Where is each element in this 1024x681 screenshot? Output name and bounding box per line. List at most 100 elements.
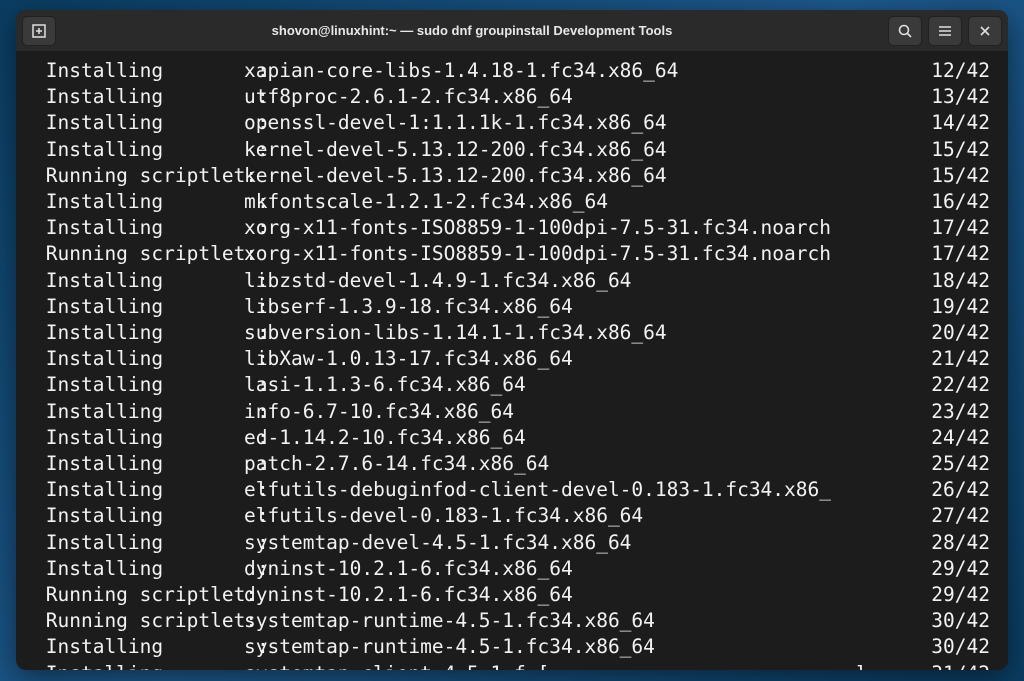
output-line: Installing : libXaw-1.0.13-17.fc34.x86_6…	[34, 346, 990, 372]
status-label: Installing :	[34, 268, 244, 294]
status-label: Installing :	[34, 372, 244, 398]
progress-count: 25/42	[928, 451, 990, 477]
progress-count: 21/42	[928, 346, 990, 372]
output-line: Running scriptlet: systemtap-runtime-4.5…	[34, 608, 990, 634]
status-label: Running scriptlet:	[34, 582, 244, 608]
package-name: utf8proc-2.6.1-2.fc34.x86_64	[244, 84, 928, 110]
status-label: Installing :	[34, 320, 244, 346]
search-icon	[897, 23, 913, 39]
progress-count: 31/42	[928, 661, 990, 670]
package-name: xapian-core-libs-1.4.18-1.fc34.x86_64	[244, 58, 928, 84]
package-name: elfutils-debuginfod-client-devel-0.183-1…	[244, 477, 928, 503]
output-line: Installing : patch-2.7.6-14.fc34.x86_642…	[34, 451, 990, 477]
output-line: Installing : mkfontscale-1.2.1-2.fc34.x8…	[34, 189, 990, 215]
output-line: Installing : xapian-core-libs-1.4.18-1.f…	[34, 58, 990, 84]
package-name: libserf-1.3.9-18.fc34.x86_64	[244, 294, 928, 320]
output-line: Installing : ed-1.14.2-10.fc34.x86_6424/…	[34, 425, 990, 451]
status-label: Installing :	[34, 425, 244, 451]
package-name: systemtap-devel-4.5-1.fc34.x86_64	[244, 530, 928, 556]
window-controls	[888, 16, 1002, 46]
new-tab-button[interactable]	[22, 16, 56, 46]
package-name: openssl-devel-1:1.1.1k-1.fc34.x86_64	[244, 110, 928, 136]
progress-count: 28/42	[928, 530, 990, 556]
progress-count: 30/42	[928, 608, 990, 634]
package-name: kernel-devel-5.13.12-200.fc34.x86_64	[244, 163, 928, 189]
progress-count: 17/42	[928, 215, 990, 241]
package-name: lasi-1.1.3-6.fc34.x86_64	[244, 372, 928, 398]
output-line: Installing : openssl-devel-1:1.1.1k-1.fc…	[34, 110, 990, 136]
output-line: Installing : systemtap-client-4.5-1.f [=…	[34, 661, 990, 670]
status-label: Installing :	[34, 477, 244, 503]
output-line: Installing : subversion-libs-1.14.1-1.fc…	[34, 320, 990, 346]
progress-count: 24/42	[928, 425, 990, 451]
new-tab-icon	[31, 23, 47, 39]
status-label: Installing :	[34, 451, 244, 477]
progress-count: 30/42	[928, 634, 990, 660]
package-name: systemtap-client-4.5-1.f [============= …	[244, 661, 928, 670]
status-label: Installing :	[34, 346, 244, 372]
package-name: patch-2.7.6-14.fc34.x86_64	[244, 451, 928, 477]
progress-count: 12/42	[928, 58, 990, 84]
progress-count: 17/42	[928, 241, 990, 267]
output-line: Running scriptlet: dyninst-10.2.1-6.fc34…	[34, 582, 990, 608]
status-label: Running scriptlet:	[34, 241, 244, 267]
terminal-output[interactable]: Installing : xapian-core-libs-1.4.18-1.f…	[16, 52, 1008, 670]
titlebar: shovon@linuxhint:~ — sudo dnf groupinsta…	[16, 10, 1008, 52]
status-label: Installing :	[34, 294, 244, 320]
status-label: Installing :	[34, 661, 244, 670]
progress-count: 14/42	[928, 110, 990, 136]
status-label: Installing :	[34, 137, 244, 163]
status-label: Installing :	[34, 189, 244, 215]
output-line: Installing : dyninst-10.2.1-6.fc34.x86_6…	[34, 556, 990, 582]
progress-count: 27/42	[928, 503, 990, 529]
progress-count: 22/42	[928, 372, 990, 398]
output-line: Installing : info-6.7-10.fc34.x86_6423/4…	[34, 399, 990, 425]
package-name: subversion-libs-1.14.1-1.fc34.x86_64	[244, 320, 928, 346]
output-line: Installing : xorg-x11-fonts-ISO8859-1-10…	[34, 215, 990, 241]
package-name: dyninst-10.2.1-6.fc34.x86_64	[244, 582, 928, 608]
progress-count: 23/42	[928, 399, 990, 425]
status-label: Installing :	[34, 556, 244, 582]
status-label: Installing :	[34, 110, 244, 136]
progress-count: 16/42	[928, 189, 990, 215]
status-label: Installing :	[34, 84, 244, 110]
search-button[interactable]	[888, 16, 922, 46]
terminal-window: shovon@linuxhint:~ — sudo dnf groupinsta…	[16, 10, 1008, 670]
package-name: xorg-x11-fonts-ISO8859-1-100dpi-7.5-31.f…	[244, 241, 928, 267]
status-label: Installing :	[34, 530, 244, 556]
package-name: libXaw-1.0.13-17.fc34.x86_64	[244, 346, 928, 372]
window-title: shovon@linuxhint:~ — sudo dnf groupinsta…	[56, 23, 888, 38]
package-name: ed-1.14.2-10.fc34.x86_64	[244, 425, 928, 451]
package-name: systemtap-runtime-4.5-1.fc34.x86_64	[244, 608, 928, 634]
progress-count: 29/42	[928, 556, 990, 582]
status-label: Installing :	[34, 399, 244, 425]
hamburger-icon	[937, 23, 953, 39]
menu-button[interactable]	[928, 16, 962, 46]
status-label: Running scriptlet:	[34, 608, 244, 634]
package-name: xorg-x11-fonts-ISO8859-1-100dpi-7.5-31.f…	[244, 215, 928, 241]
close-icon	[977, 23, 993, 39]
progress-count: 18/42	[928, 268, 990, 294]
package-name: systemtap-runtime-4.5-1.fc34.x86_64	[244, 634, 928, 660]
output-line: Installing : lasi-1.1.3-6.fc34.x86_6422/…	[34, 372, 990, 398]
status-label: Installing :	[34, 503, 244, 529]
output-line: Running scriptlet: xorg-x11-fonts-ISO885…	[34, 241, 990, 267]
progress-count: 13/42	[928, 84, 990, 110]
progress-count: 20/42	[928, 320, 990, 346]
output-line: Installing : kernel-devel-5.13.12-200.fc…	[34, 137, 990, 163]
package-name: info-6.7-10.fc34.x86_64	[244, 399, 928, 425]
status-label: Installing :	[34, 58, 244, 84]
progress-count: 19/42	[928, 294, 990, 320]
package-name: libzstd-devel-1.4.9-1.fc34.x86_64	[244, 268, 928, 294]
status-label: Running scriptlet:	[34, 163, 244, 189]
output-line: Running scriptlet: kernel-devel-5.13.12-…	[34, 163, 990, 189]
output-line: Installing : elfutils-devel-0.183-1.fc34…	[34, 503, 990, 529]
package-name: dyninst-10.2.1-6.fc34.x86_64	[244, 556, 928, 582]
close-button[interactable]	[968, 16, 1002, 46]
package-name: kernel-devel-5.13.12-200.fc34.x86_64	[244, 137, 928, 163]
output-line: Installing : systemtap-runtime-4.5-1.fc3…	[34, 634, 990, 660]
output-line: Installing : utf8proc-2.6.1-2.fc34.x86_6…	[34, 84, 990, 110]
package-name: mkfontscale-1.2.1-2.fc34.x86_64	[244, 189, 928, 215]
output-line: Installing : elfutils-debuginfod-client-…	[34, 477, 990, 503]
progress-count: 26/42	[928, 477, 990, 503]
